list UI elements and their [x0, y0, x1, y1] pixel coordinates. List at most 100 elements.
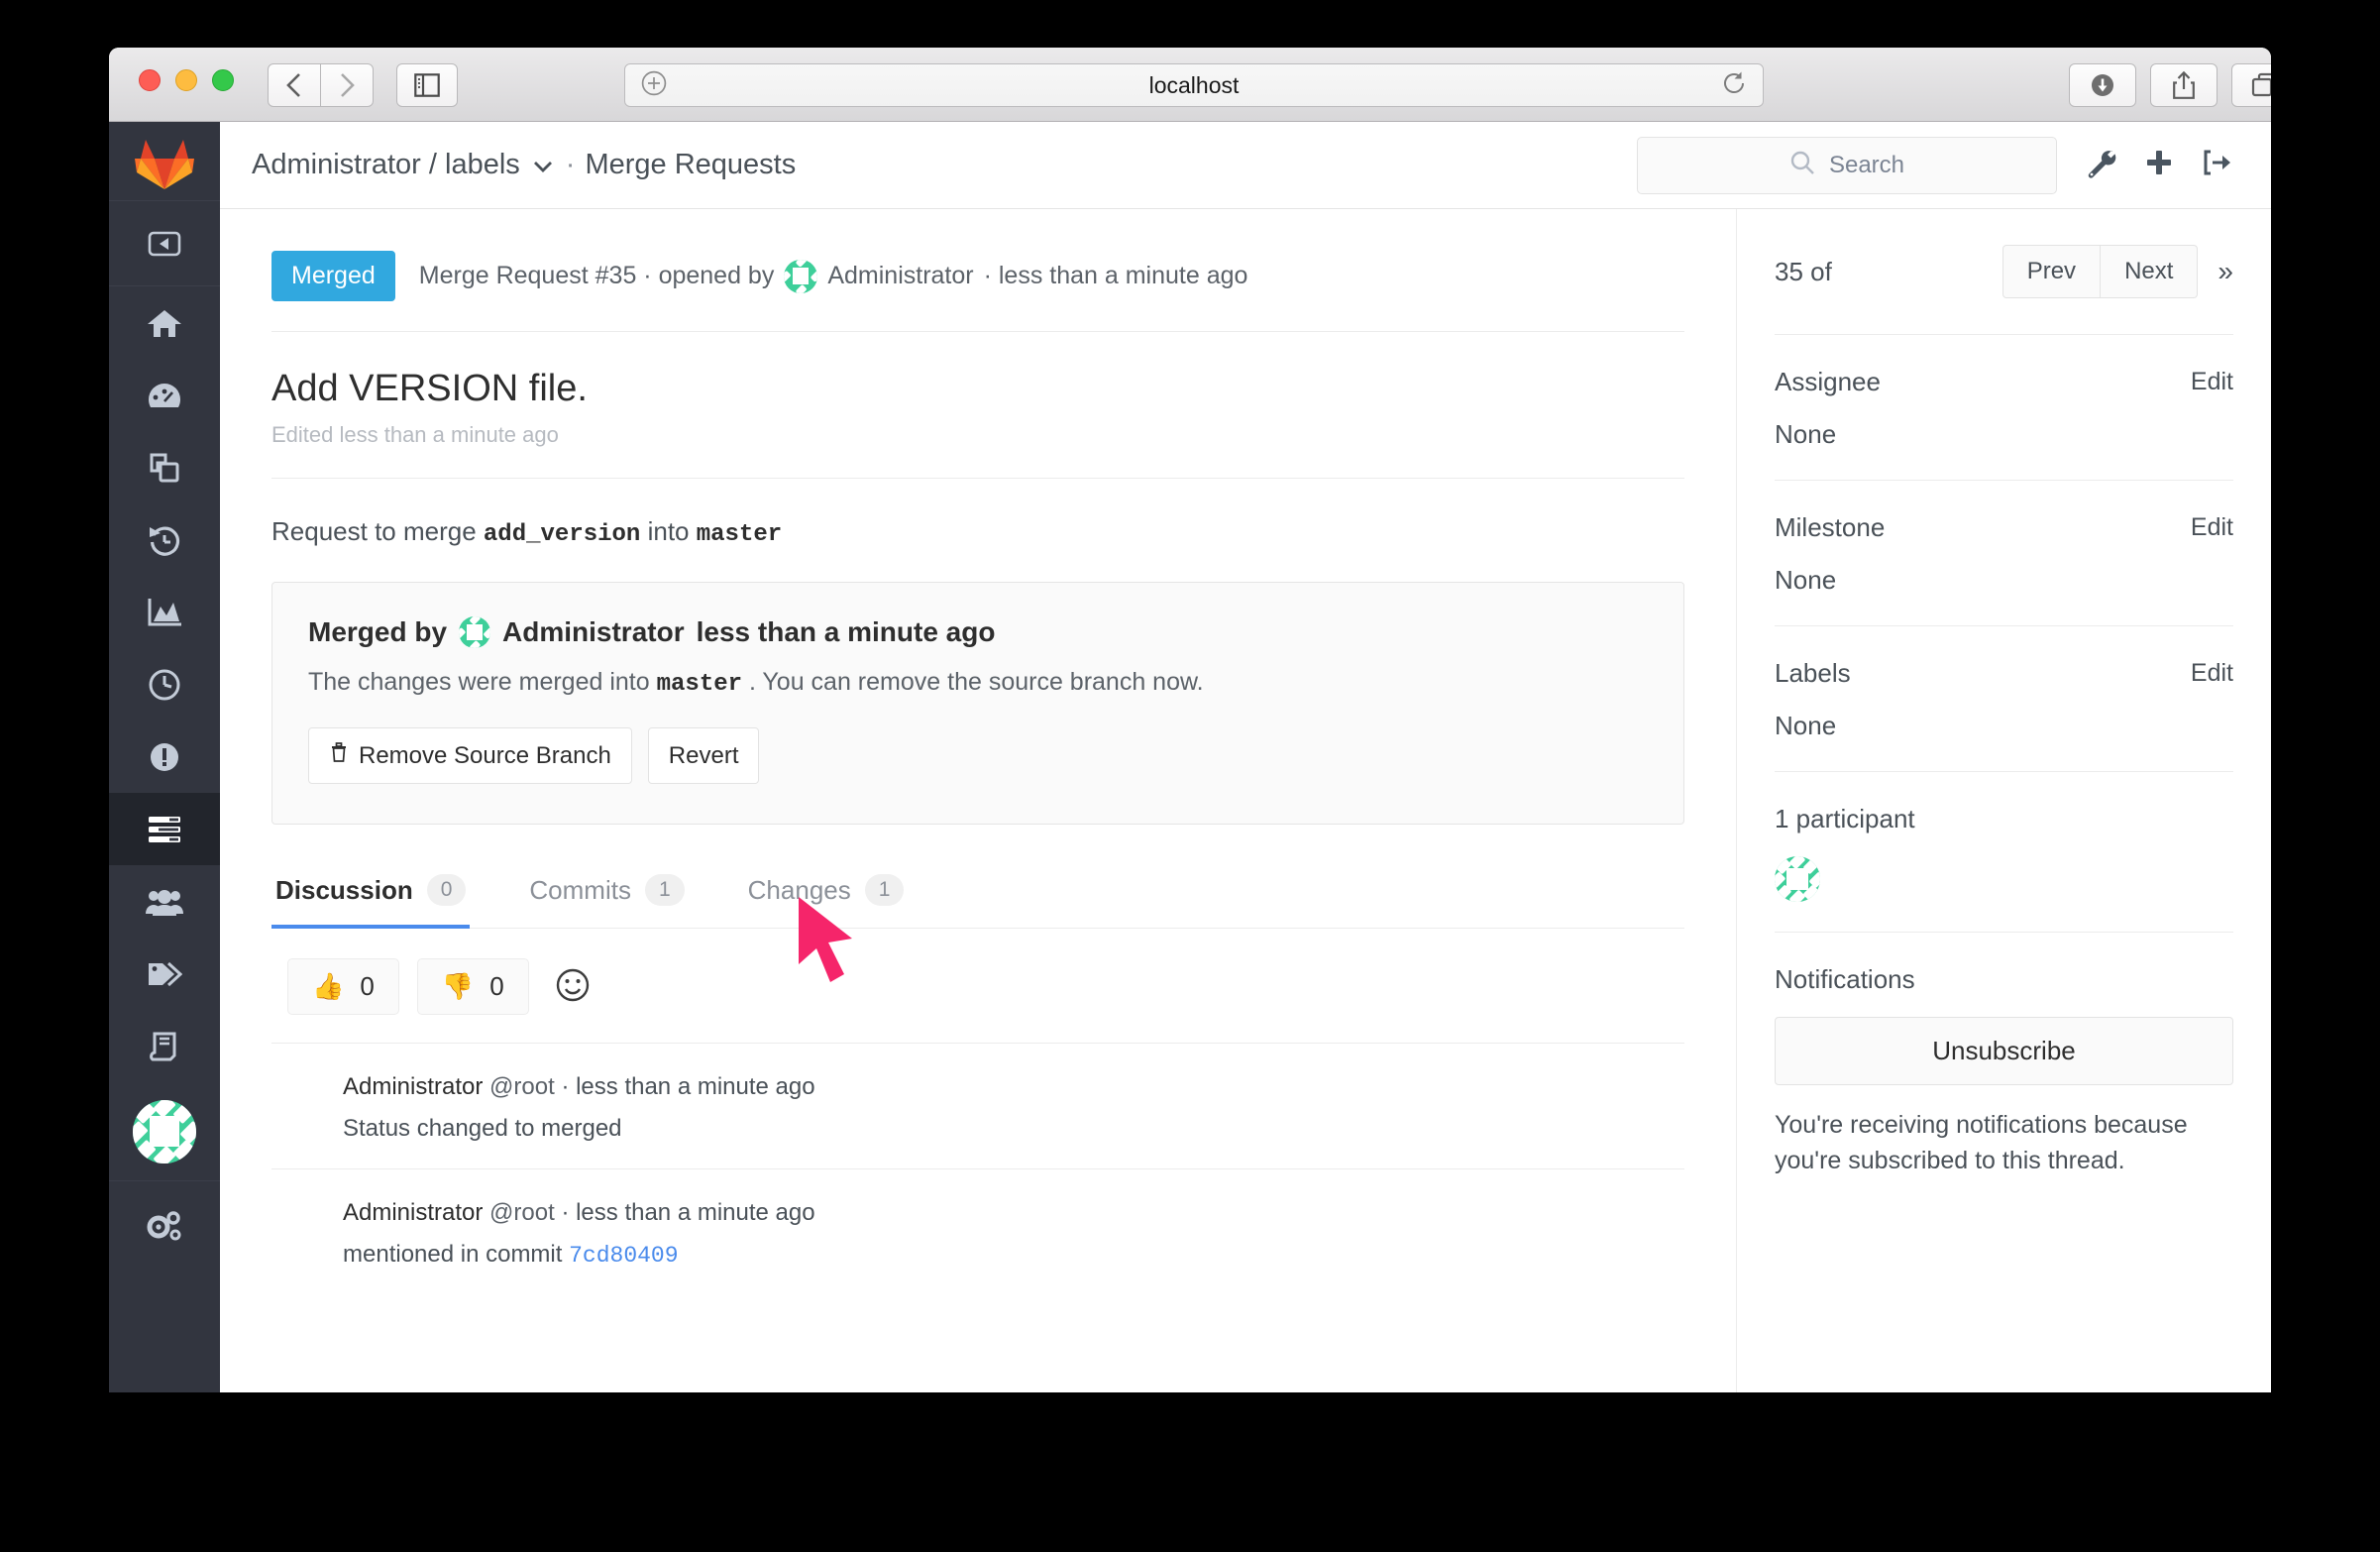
share-button[interactable] — [2150, 63, 2218, 107]
sidebar-item-wiki[interactable] — [109, 1010, 220, 1082]
next-button[interactable]: Next — [2101, 245, 2199, 298]
milestone-value: None — [1775, 565, 1837, 595]
tab-overview-icon — [2251, 72, 2271, 97]
tab-changes[interactable]: Changes 1 — [744, 860, 909, 928]
browser-toolbar: localhost — [109, 48, 2271, 122]
gitlab-logo-icon — [135, 139, 194, 189]
breadcrumb: Administrator / labels · Merge Requests — [252, 149, 796, 181]
status-badge: Merged — [271, 251, 395, 301]
close-window-button[interactable] — [139, 69, 161, 91]
target-branch[interactable]: master — [697, 521, 782, 548]
minimize-window-button[interactable] — [175, 69, 197, 91]
source-branch[interactable]: add_version — [484, 521, 640, 548]
meta-prefix: Merge Request #35 · opened by — [418, 262, 775, 289]
sidebar-item-members[interactable] — [109, 865, 220, 938]
admin-area-button[interactable] — [2085, 147, 2116, 183]
notifications-description: You're receiving notifications because y… — [1775, 1111, 2188, 1175]
revert-button[interactable]: Revert — [647, 727, 760, 784]
sidebar-item-home[interactable] — [109, 286, 220, 359]
sidebar-item-graphs[interactable] — [109, 576, 220, 648]
gitlab-logo[interactable] — [109, 122, 220, 201]
note-header: Administrator @root · less than a minute… — [343, 1073, 1684, 1101]
merged-by-time: less than a minute ago — [696, 616, 996, 647]
unsubscribe-button[interactable]: Unsubscribe — [1775, 1017, 2233, 1085]
prev-button[interactable]: Prev — [2001, 245, 2102, 298]
assignee-block: Assignee Edit None — [1775, 334, 2233, 480]
header-actions: Search — [1637, 136, 2231, 194]
downloads-button[interactable] — [2069, 63, 2136, 107]
note-author[interactable]: Administrator — [343, 1199, 483, 1226]
labels-edit-link[interactable]: Edit — [2191, 659, 2233, 688]
sidebar-item-issues[interactable] — [109, 721, 220, 793]
tab-commits[interactable]: Commits 1 — [525, 860, 688, 928]
sidebar-item-dashboard[interactable] — [109, 359, 220, 431]
new-item-button[interactable] — [2144, 148, 2174, 182]
collapse-sidebar-chevron-icon[interactable]: » — [2218, 256, 2233, 287]
note-time: · less than a minute ago — [561, 1199, 815, 1226]
tab-commits-count: 1 — [644, 874, 685, 906]
merged-by-user[interactable]: Administrator — [502, 616, 685, 648]
reload-icon[interactable] — [1721, 70, 1747, 101]
members-icon — [146, 889, 183, 916]
thumbs-up-award-button[interactable]: 👍 0 — [287, 958, 399, 1015]
chevron-left-icon — [286, 73, 300, 97]
sidebar-item-activity[interactable] — [109, 503, 220, 576]
assignee-value: None — [1775, 419, 1837, 449]
participants-count[interactable]: 1 participant — [1775, 804, 2233, 834]
plus-circle-icon[interactable] — [641, 70, 667, 101]
collapse-sidebar-button[interactable] — [109, 201, 220, 286]
sign-out-button[interactable] — [2202, 148, 2231, 182]
thumbs-down-award-button[interactable]: 👎 0 — [416, 958, 529, 1015]
maximize-window-button[interactable] — [212, 69, 234, 91]
back-button[interactable] — [268, 63, 321, 107]
assignee-head: Assignee Edit — [1775, 367, 2233, 397]
tab-discussion-count: 0 — [426, 874, 467, 906]
assignee-edit-link[interactable]: Edit — [2191, 368, 2233, 396]
home-icon — [148, 309, 181, 337]
tab-discussion[interactable]: Discussion 0 — [271, 860, 471, 929]
request-middle: into — [647, 516, 690, 546]
forward-button[interactable] — [320, 63, 374, 107]
author-avatar-identicon[interactable] — [784, 259, 818, 293]
note-header: Administrator @root · less than a minute… — [343, 1199, 1684, 1227]
gitlab-app: Administrator / labels · Merge Requests — [109, 122, 2271, 1392]
collapse-sidebar-icon — [148, 231, 181, 256]
plus-icon — [2147, 151, 2171, 174]
edited-timestamp: Edited less than a minute ago — [271, 422, 1684, 479]
merged-actions: Remove Source Branch Revert — [308, 727, 1648, 784]
note-time: · less than a minute ago — [561, 1073, 815, 1100]
sidebar-toggle-button[interactable] — [396, 63, 458, 107]
chevron-down-icon[interactable] — [532, 149, 554, 181]
add-reaction-button[interactable] — [547, 959, 598, 1014]
settings-gears-icon — [147, 1211, 181, 1241]
note-author[interactable]: Administrator — [343, 1073, 483, 1100]
sidebar-item-pipelines[interactable] — [109, 648, 220, 721]
note-handle[interactable]: @root — [489, 1073, 555, 1100]
assignee-label: Assignee — [1775, 367, 1881, 396]
remove-source-branch-button[interactable]: Remove Source Branch — [308, 727, 632, 784]
note-body: Status changed to merged — [343, 1115, 622, 1142]
user-avatar-identicon — [133, 1099, 196, 1164]
sidebar-item-settings[interactable] — [109, 1181, 220, 1271]
merge-request-author[interactable]: Administrator — [827, 262, 973, 290]
search-input[interactable]: Search — [1637, 136, 2057, 194]
tab-overview-button[interactable] — [2231, 63, 2271, 107]
browser-window: localhost Administrator / labels · Merge… — [109, 48, 2271, 1392]
note-handle[interactable]: @root — [489, 1199, 555, 1226]
issues-icon — [151, 742, 178, 771]
commit-sha-link[interactable]: 7cd80409 — [569, 1243, 678, 1269]
participants-avatars — [1775, 856, 2233, 902]
milestone-edit-link[interactable]: Edit — [2191, 513, 2233, 542]
search-placeholder: Search — [1828, 151, 1905, 178]
labels-value: None — [1775, 711, 1837, 740]
merged-panel: Merged by Administrator less than a minu… — [271, 582, 1684, 825]
participant-avatar-identicon[interactable] — [1775, 856, 1820, 902]
address-bar[interactable]: localhost — [624, 63, 1764, 107]
tab-commits-label: Commits — [529, 874, 631, 905]
sidebar-item-labels[interactable] — [109, 938, 220, 1010]
sidebar-item-merge-requests[interactable] — [109, 793, 220, 865]
sidebar-item-files[interactable] — [109, 431, 220, 503]
breadcrumb-project[interactable]: Administrator / labels — [252, 149, 520, 181]
merger-avatar-identicon[interactable] — [459, 616, 491, 648]
sidebar-user-avatar[interactable] — [109, 1082, 220, 1181]
